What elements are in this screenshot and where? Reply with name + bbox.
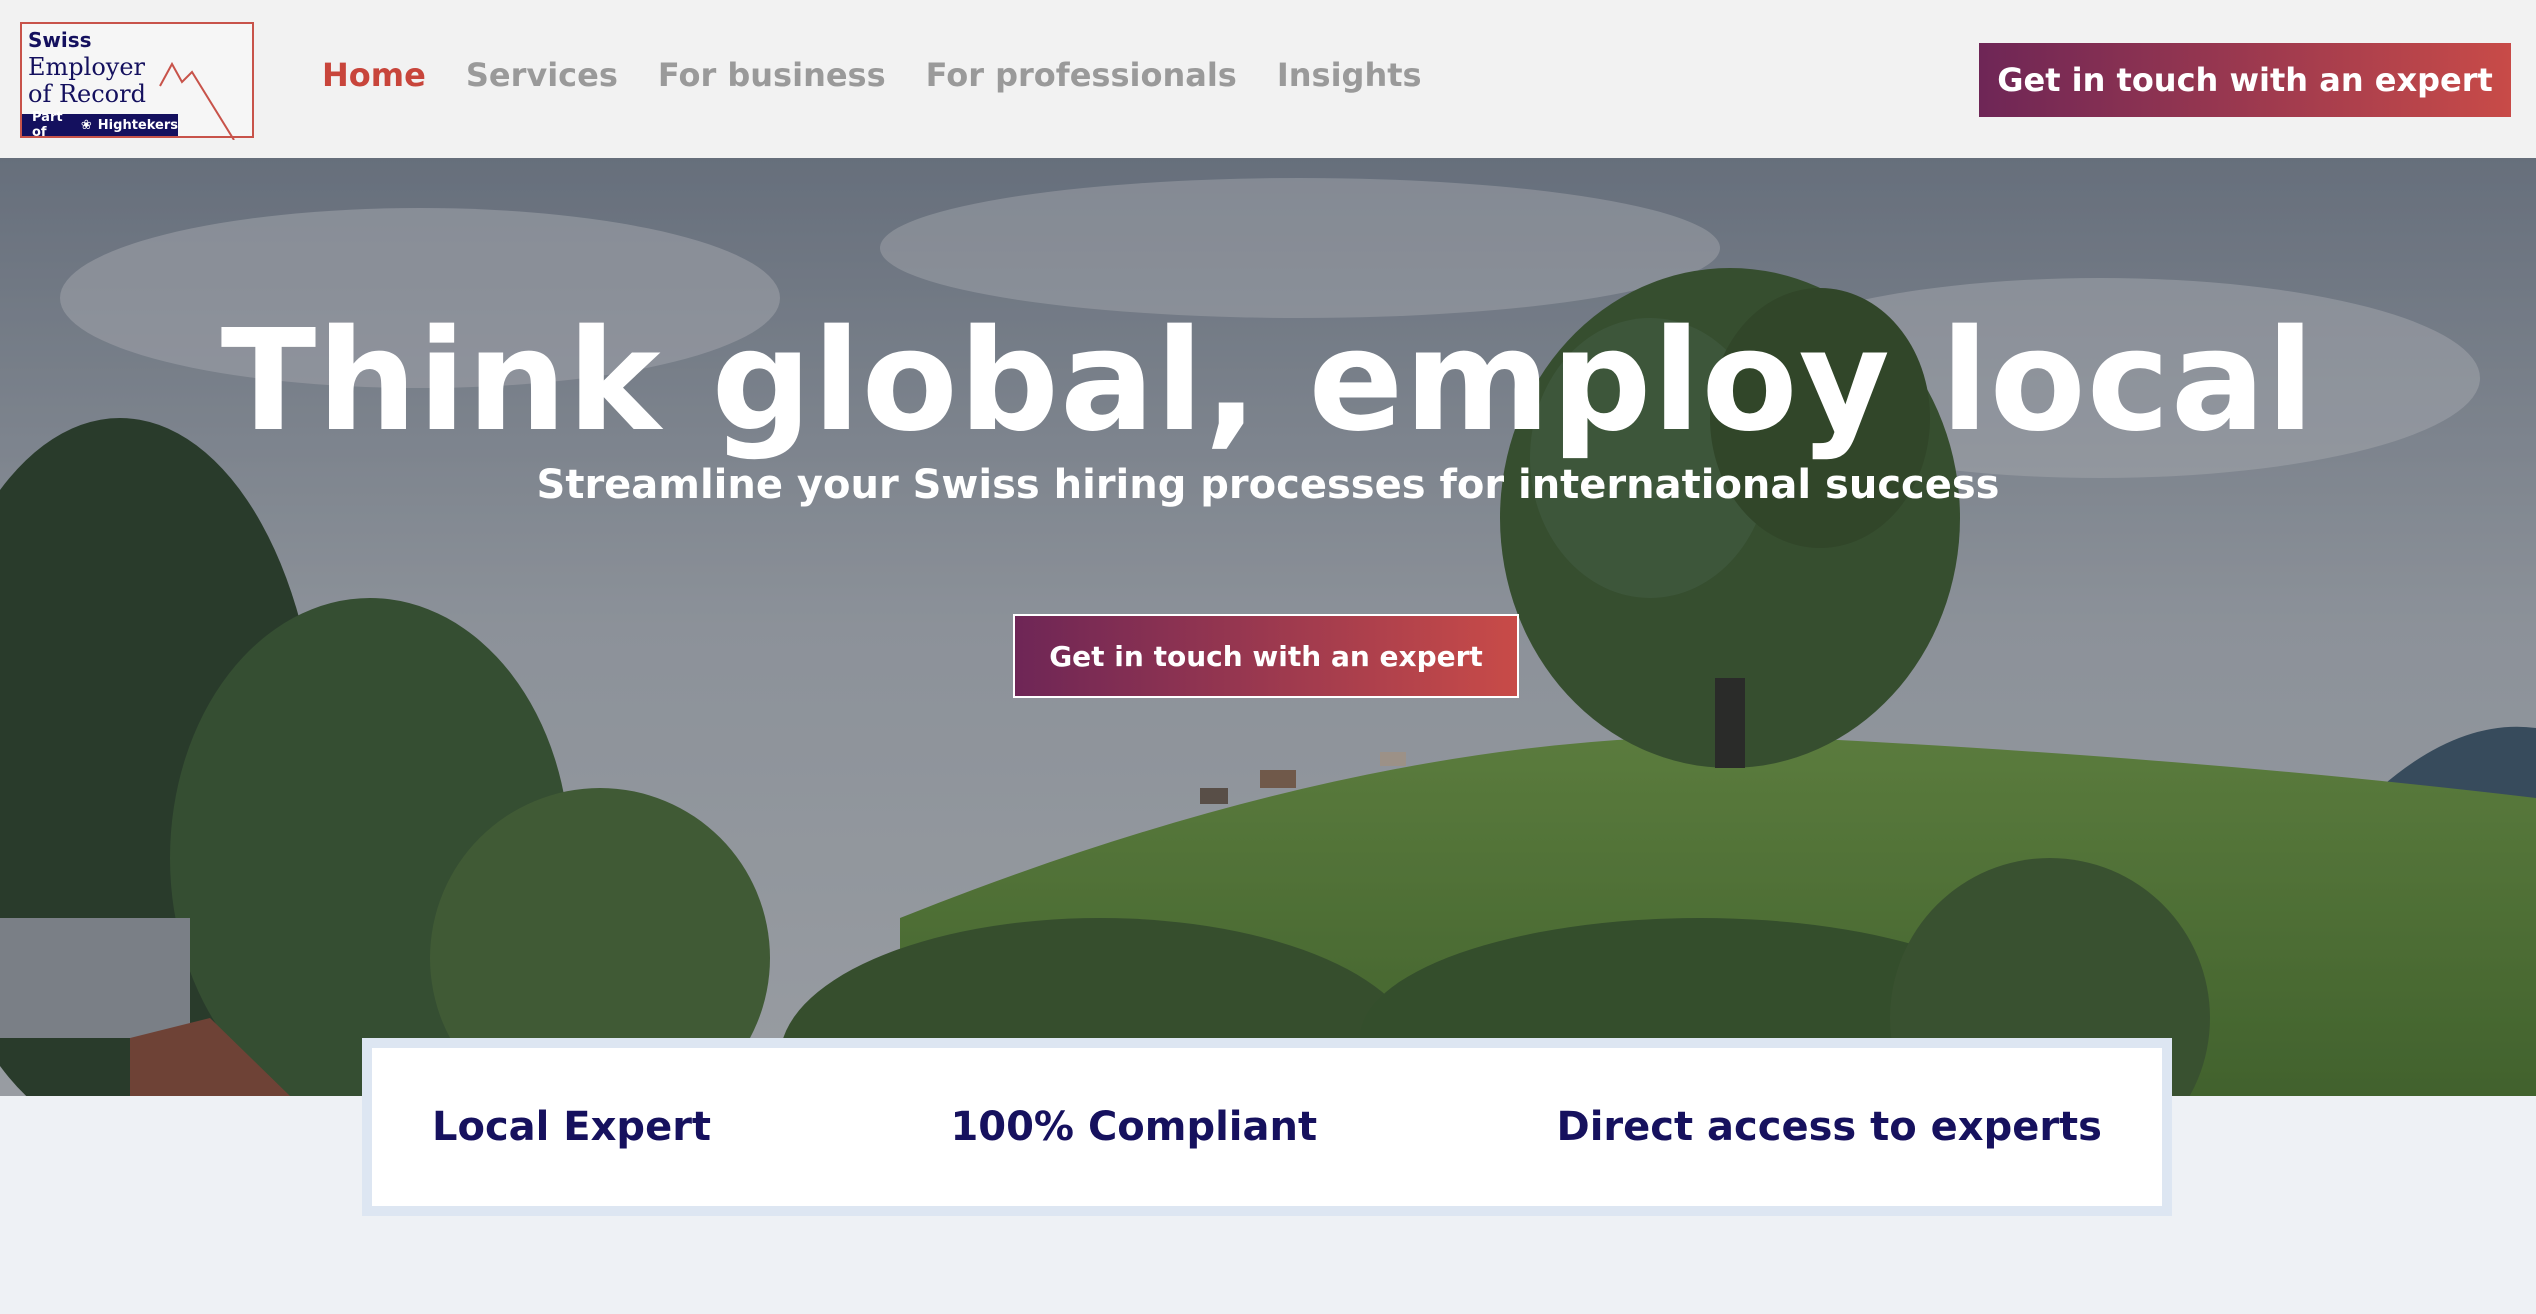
hero-contact-expert-button[interactable]: Get in touch with an expert — [1013, 614, 1519, 698]
brand-logo-of-record: of Record — [28, 80, 146, 108]
nav-home[interactable]: Home — [322, 56, 426, 94]
part-of-badge: Part of ❀ Hightekers — [22, 110, 178, 140]
feature-compliant: 100% Compliant — [950, 1104, 1318, 1150]
hero-subtitle: Streamline your Swiss hiring processes f… — [536, 462, 2000, 508]
feature-local-expert: Local Expert — [432, 1104, 712, 1150]
nav-for-professionals[interactable]: For professionals — [926, 56, 1237, 94]
nav-for-business[interactable]: For business — [658, 56, 886, 94]
site-header: Swiss Employer of Record Part of ❀ Hight… — [0, 0, 2536, 158]
hightekers-label: Hightekers — [97, 117, 178, 133]
features-card: Local Expert 100% Compliant Direct acces… — [362, 1038, 2172, 1216]
nav-insights[interactable]: Insights — [1277, 56, 1422, 94]
part-of-label: Part of — [32, 110, 63, 140]
brand-logo-employer: Employer — [28, 53, 145, 81]
hightekers-icon: ❀ — [80, 117, 92, 133]
hero-title: Think global, employ local — [220, 300, 2316, 463]
main-nav: Home Services For business For professio… — [322, 56, 1422, 94]
brand-logo-line2: Employer of Record — [28, 54, 146, 108]
header-contact-expert-button[interactable]: Get in touch with an expert — [1979, 43, 2511, 117]
nav-services[interactable]: Services — [466, 56, 618, 94]
brand-logo-line1: Swiss — [28, 28, 92, 52]
brand-logo[interactable]: Swiss Employer of Record Part of ❀ Hight… — [20, 22, 254, 140]
feature-direct-access: Direct access to experts — [1556, 1104, 2103, 1150]
hero-section: Think global, employ local Streamline yo… — [0, 158, 2536, 1096]
